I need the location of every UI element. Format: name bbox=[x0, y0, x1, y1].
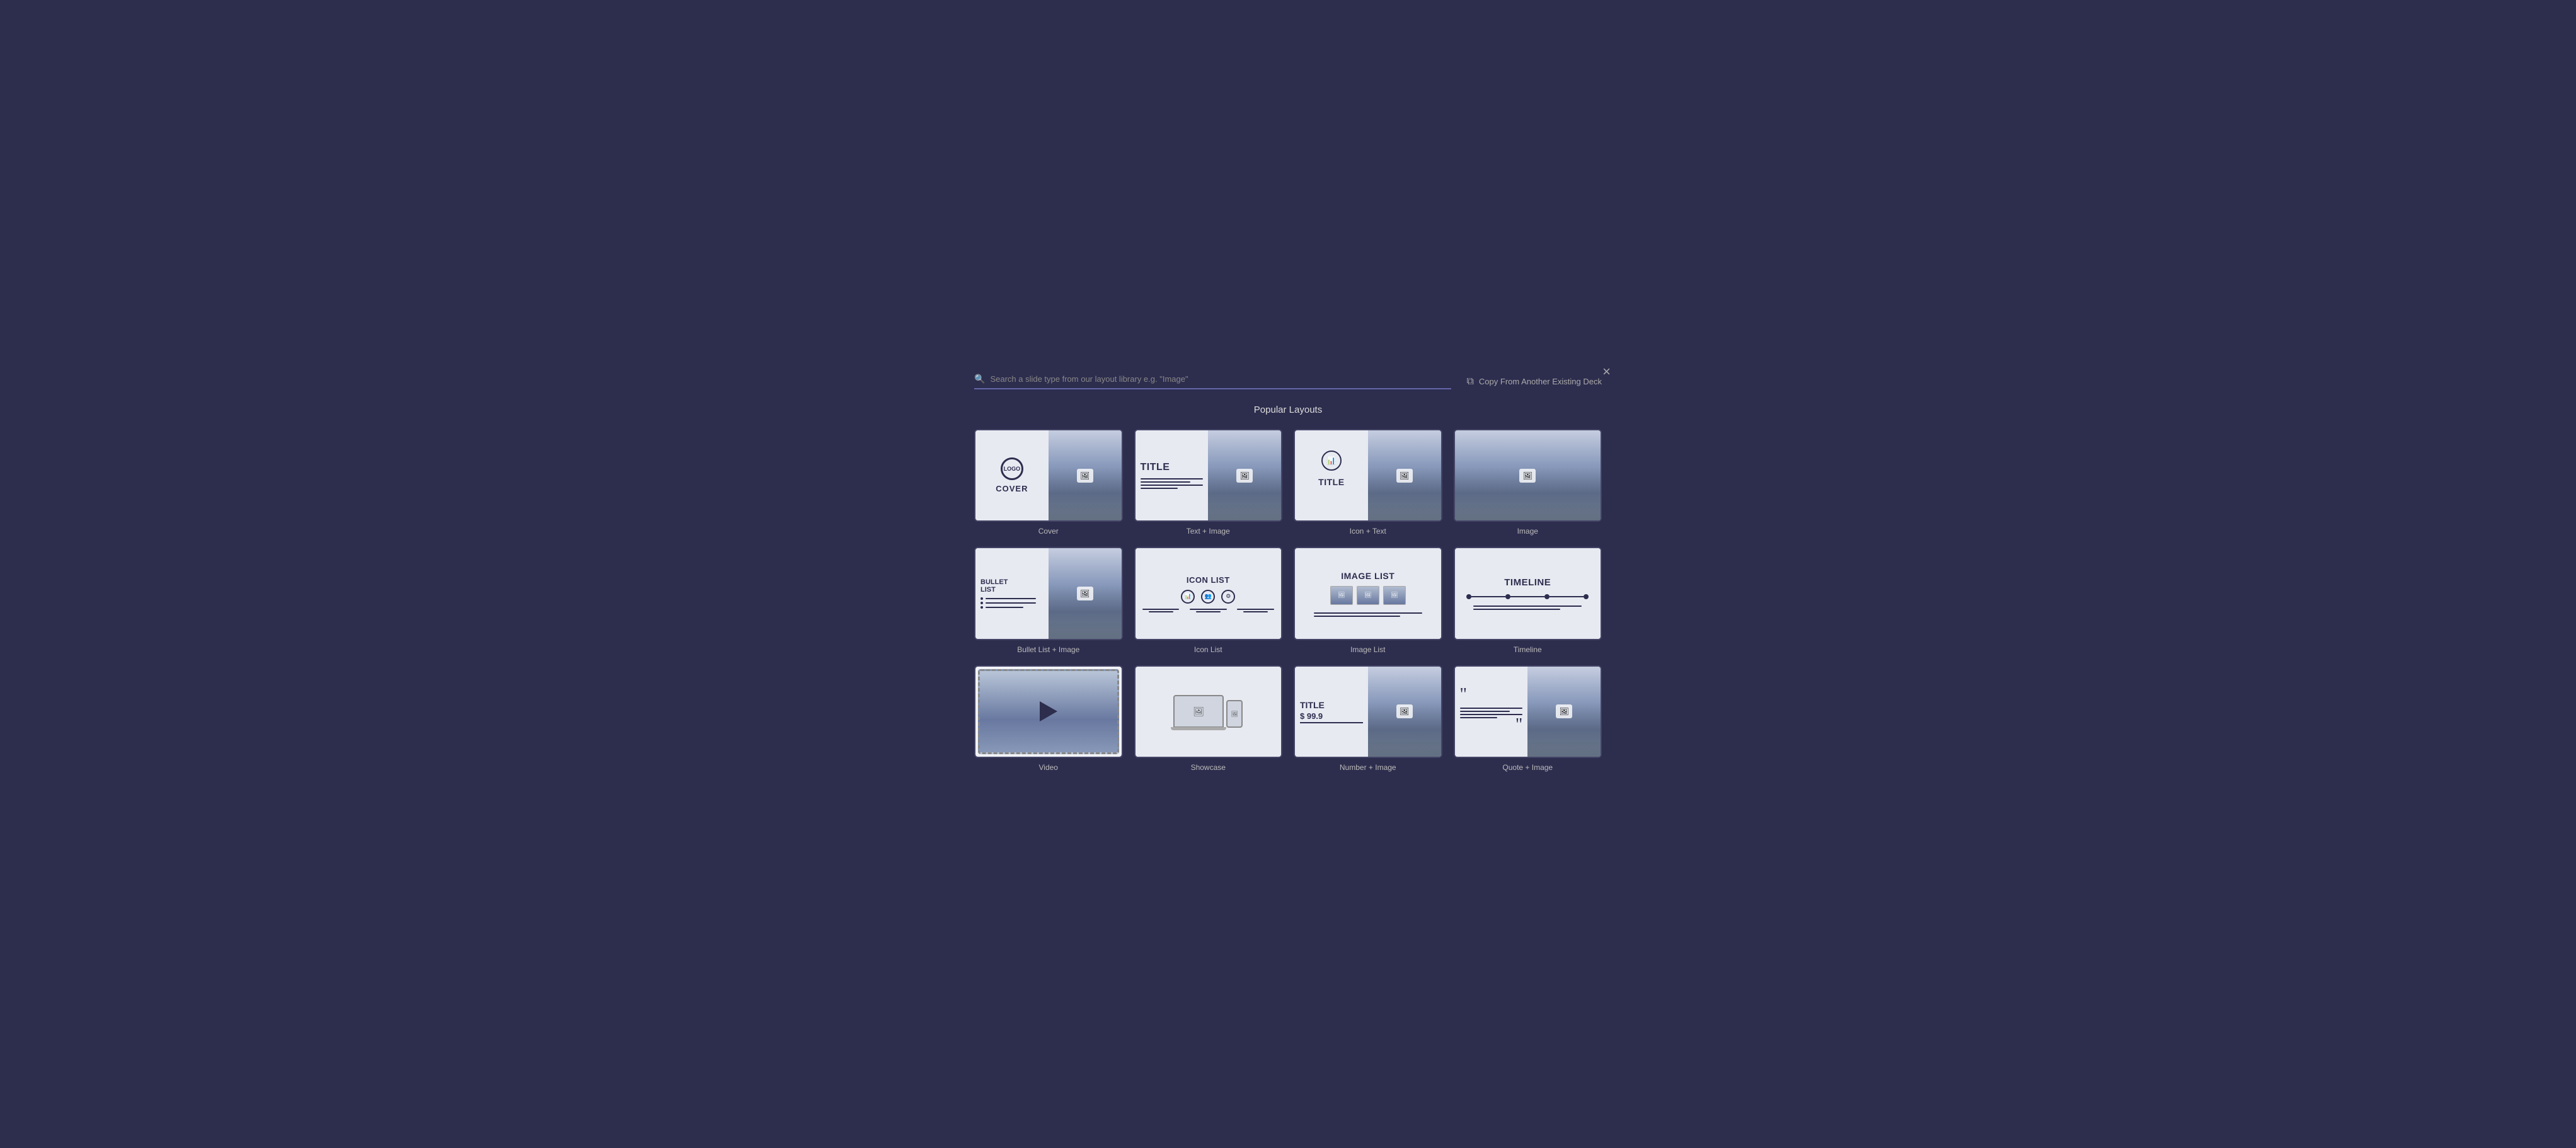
layout-item-video[interactable]: Video bbox=[974, 665, 1123, 772]
layout-label-timeline: Timeline bbox=[1514, 645, 1542, 654]
title-big-icon: TITLE bbox=[1318, 477, 1344, 487]
imagelist-item-1: 🖼 bbox=[1330, 586, 1353, 605]
layout-item-bullet-list[interactable]: BULLETLIST 🖼 Bullet List + Image bbox=[974, 547, 1123, 653]
timeline-title: TIMELINE bbox=[1504, 577, 1551, 588]
copy-deck-label: Copy From Another Existing Deck bbox=[1479, 377, 1602, 386]
iconlist-icon-2: 👥 bbox=[1201, 590, 1215, 604]
laptop-icon: 🖼 bbox=[1173, 695, 1224, 728]
layout-thumb-image-list: IMAGE LIST 🖼 🖼 🖼 bbox=[1294, 547, 1442, 640]
layout-thumb-bullet-list: BULLETLIST 🖼 bbox=[974, 547, 1123, 640]
layout-thumb-quote-image: " " 🖼 bbox=[1454, 665, 1602, 758]
iconlist-icon-1: 📊 bbox=[1181, 590, 1195, 604]
iconlist-title: ICON LIST bbox=[1187, 575, 1230, 585]
layout-label-text-image: Text + Image bbox=[1187, 527, 1230, 536]
logo-circle: LOGO bbox=[1001, 457, 1023, 480]
cover-text: COVER bbox=[996, 484, 1028, 493]
iconlist-icon-3: ⚙ bbox=[1221, 590, 1235, 604]
layout-label-image-list: Image List bbox=[1350, 645, 1385, 654]
imagelist-item-2: 🖼 bbox=[1357, 586, 1379, 605]
layout-item-icon-text[interactable]: 📊 TITLE 🖼 Icon + Text bbox=[1294, 429, 1442, 536]
search-row: 🔍 ⧉ Copy From Another Existing Deck bbox=[974, 374, 1602, 389]
layout-label-cover: Cover bbox=[1038, 527, 1059, 536]
number-value: $ 99.9 bbox=[1300, 711, 1363, 723]
layout-thumb-timeline: TIMELINE bbox=[1454, 547, 1602, 640]
layout-thumb-number-image: TITLE $ 99.9 🖼 bbox=[1294, 665, 1442, 758]
image-placeholder-icon: 🖼 bbox=[1077, 587, 1093, 600]
layout-item-icon-list[interactable]: ICON LIST 📊 👥 ⚙ bbox=[1134, 547, 1283, 653]
number-title: TITLE bbox=[1300, 700, 1363, 710]
layout-item-number-image[interactable]: TITLE $ 99.9 🖼 Number + Image bbox=[1294, 665, 1442, 772]
imagelist-title: IMAGE LIST bbox=[1341, 571, 1394, 581]
search-icon: 🔍 bbox=[974, 374, 985, 384]
image-placeholder-icon: 🖼 bbox=[1396, 704, 1413, 718]
layouts-grid: LOGO COVER 🖼 Cover TITLE bbox=[974, 429, 1602, 772]
image-placeholder-icon: 🖼 bbox=[1236, 469, 1253, 483]
bullet-title: BULLETLIST bbox=[980, 578, 1044, 594]
layout-modal: × 🔍 ⧉ Copy From Another Existing Deck Po… bbox=[954, 356, 1622, 792]
image-placeholder-icon: 🖼 bbox=[1519, 469, 1536, 483]
layout-label-quote-image: Quote + Image bbox=[1502, 763, 1553, 772]
layout-thumb-cover: LOGO COVER 🖼 bbox=[974, 429, 1123, 522]
phone-icon: 🖼 bbox=[1226, 700, 1243, 728]
image-placeholder-icon: 🖼 bbox=[1077, 469, 1093, 483]
layout-thumb-icon-text: 📊 TITLE 🖼 bbox=[1294, 429, 1442, 522]
layout-thumb-icon-list: ICON LIST 📊 👥 ⚙ bbox=[1134, 547, 1283, 640]
layout-label-bullet-list: Bullet List + Image bbox=[1017, 645, 1079, 654]
search-box: 🔍 bbox=[974, 374, 1451, 389]
layout-thumb-showcase: 🖼 🖼 bbox=[1134, 665, 1283, 758]
play-icon bbox=[1040, 701, 1057, 721]
section-title: Popular Layouts bbox=[974, 405, 1602, 415]
layout-label-number-image: Number + Image bbox=[1340, 763, 1396, 772]
layout-item-showcase[interactable]: 🖼 🖼 Showcase bbox=[1134, 665, 1283, 772]
layout-label-video: Video bbox=[1039, 763, 1058, 772]
layout-item-timeline[interactable]: TIMELINE Timeline bbox=[1454, 547, 1602, 653]
layout-label-showcase: Showcase bbox=[1191, 763, 1226, 772]
quote-mark: " bbox=[1460, 688, 1523, 702]
image-placeholder-icon: 🖼 bbox=[1396, 469, 1413, 483]
close-button[interactable]: × bbox=[1602, 365, 1611, 379]
layout-item-quote-image[interactable]: " " 🖼 Quote + Image bbox=[1454, 665, 1602, 772]
layout-thumb-text-image: TITLE 🖼 bbox=[1134, 429, 1283, 522]
search-input[interactable] bbox=[990, 374, 1451, 384]
icon-circle: 📊 bbox=[1321, 451, 1342, 471]
layout-item-image-list[interactable]: IMAGE LIST 🖼 🖼 🖼 Image List bbox=[1294, 547, 1442, 653]
quote-mark-close: " bbox=[1515, 718, 1522, 732]
layout-item-cover[interactable]: LOGO COVER 🖼 Cover bbox=[974, 429, 1123, 536]
imagelist-item-3: 🖼 bbox=[1383, 586, 1406, 605]
title-big: TITLE bbox=[1141, 462, 1204, 473]
layout-label-icon-text: Icon + Text bbox=[1350, 527, 1386, 536]
copy-icon: ⧉ bbox=[1466, 376, 1473, 387]
layout-label-image: Image bbox=[1517, 527, 1538, 536]
layout-item-image[interactable]: 🖼 Image bbox=[1454, 429, 1602, 536]
layout-thumb-video bbox=[974, 665, 1123, 758]
layout-item-text-image[interactable]: TITLE 🖼 Text + Image bbox=[1134, 429, 1283, 536]
image-placeholder-icon: 🖼 bbox=[1556, 704, 1572, 718]
layout-label-icon-list: Icon List bbox=[1194, 645, 1222, 654]
copy-deck-button[interactable]: ⧉ Copy From Another Existing Deck bbox=[1466, 376, 1602, 387]
layout-thumb-image: 🖼 bbox=[1454, 429, 1602, 522]
